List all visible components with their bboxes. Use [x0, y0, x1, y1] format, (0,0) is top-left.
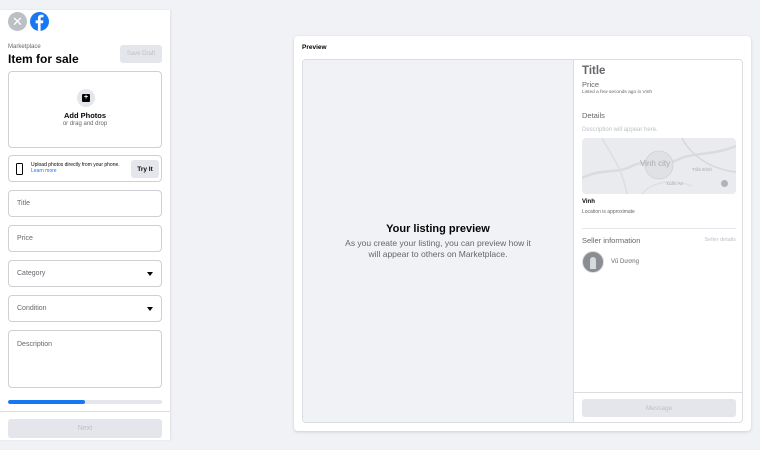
- preview-card: Preview Your listing preview As you crea…: [294, 36, 751, 431]
- map-pin-icon: [721, 180, 728, 187]
- price-input[interactable]: Price: [8, 225, 162, 252]
- close-icon[interactable]: ✕: [8, 12, 27, 31]
- message-divider: [574, 392, 742, 393]
- caret-down-icon: [147, 307, 153, 311]
- caret-down-icon: [147, 272, 153, 276]
- drag-drop-hint: or drag and drop: [62, 121, 108, 127]
- top-icons: ✕: [8, 12, 49, 31]
- title-input[interactable]: Title: [8, 190, 162, 217]
- preview-location: Vinh: [582, 199, 595, 205]
- preview-placeholder-subtitle: As you create your listing, you can prev…: [345, 238, 531, 259]
- price-placeholder: Price: [17, 235, 33, 242]
- phone-icon: [16, 163, 23, 175]
- preview-placeholder-title: Your listing preview: [386, 223, 490, 235]
- seller-name: Vũ Dương: [611, 259, 639, 265]
- location-map: Vinh city Trần Đình Xuân An: [582, 138, 736, 194]
- condition-select[interactable]: Condition: [8, 295, 162, 322]
- seller-avatar: [582, 251, 604, 273]
- add-photo-icon: +: [77, 89, 95, 107]
- preview-title: Title: [582, 65, 606, 77]
- page-title: Item for sale: [8, 52, 79, 66]
- title-placeholder: Title: [17, 200, 30, 207]
- progress-fill: [8, 400, 85, 404]
- facebook-logo-icon[interactable]: [30, 12, 49, 31]
- phone-upload-text: Upload photos directly from your phone. …: [31, 162, 121, 174]
- map-city-label: Vinh city: [640, 159, 671, 168]
- preview-frame: Your listing preview As you create your …: [302, 59, 743, 423]
- breadcrumb[interactable]: Marketplace: [8, 44, 41, 50]
- learn-more-link[interactable]: Learn more: [31, 168, 57, 174]
- save-draft-button[interactable]: Save Draft: [120, 45, 162, 63]
- seller-info-heading: Seller information: [582, 236, 641, 245]
- seller-details-link[interactable]: Seller details: [705, 237, 737, 243]
- details-divider: [582, 228, 736, 229]
- category-select[interactable]: Category: [8, 260, 162, 287]
- listing-sidebar: ✕ Marketplace Item for sale Save Draft +…: [0, 10, 170, 440]
- preview-details-heading: Details: [582, 111, 605, 120]
- add-photos-dropzone[interactable]: + Add Photos or drag and drop: [8, 71, 162, 148]
- preview-image-area: Your listing preview As you create your …: [303, 60, 574, 422]
- form-progress-bar: [8, 400, 162, 404]
- description-input[interactable]: Description: [8, 330, 162, 388]
- preview-details-panel: Title Price Listed a few seconds ago in …: [574, 60, 742, 422]
- phone-upload-card: Upload photos directly from your phone. …: [8, 155, 162, 182]
- map-area-label: Trần Đình: [692, 167, 712, 172]
- next-button[interactable]: Next: [8, 419, 162, 438]
- description-placeholder: Description: [17, 341, 53, 348]
- preview-listed-time: Listed a few seconds ago in Vinh: [582, 90, 653, 95]
- footer-divider: [0, 411, 170, 412]
- preview-price: Price: [582, 80, 600, 89]
- preview-description: Description will appear here.: [582, 127, 658, 133]
- map-area-label: Xuân An: [666, 181, 684, 186]
- add-photos-label: Add Photos: [63, 111, 107, 120]
- preview-location-note: Location is approximate: [582, 209, 635, 215]
- message-button[interactable]: Message: [582, 399, 736, 417]
- try-it-button[interactable]: Try It: [131, 160, 159, 178]
- category-placeholder: Category: [17, 270, 46, 277]
- preview-heading: Preview: [302, 44, 327, 51]
- condition-placeholder: Condition: [17, 305, 47, 312]
